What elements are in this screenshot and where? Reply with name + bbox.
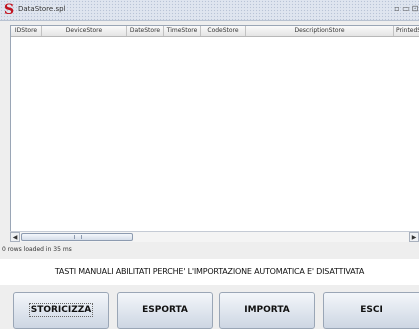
status-text: 0 rows loaded in 35 ms <box>2 246 72 253</box>
message-panel: TASTI MANUALI ABILITATI PERCHE' L'IMPORT… <box>0 259 419 285</box>
importa-button[interactable]: IMPORTA <box>219 292 315 329</box>
horizontal-scrollbar[interactable]: ◀ ▶ <box>10 231 419 242</box>
minimize-icon[interactable]: ▫ <box>393 5 401 13</box>
table-header: IDStore DeviceStore DateStore TimeStore … <box>11 26 419 37</box>
column-header-codestore[interactable]: CodeStore <box>201 26 246 36</box>
column-header-timestore[interactable]: TimeStore <box>164 26 201 36</box>
info-message: TASTI MANUALI ABILITATI PERCHE' L'IMPORT… <box>54 267 365 276</box>
storicizza-label: STORICIZZA <box>28 303 94 317</box>
title-bar[interactable]: S DataStore.spl ▫ ▭ ⊡ <box>0 0 419 21</box>
scrollbar-grip-icon <box>74 235 82 239</box>
esporta-button[interactable]: ESPORTA <box>117 292 213 329</box>
column-header-descriptionstore[interactable]: DescriptionStore <box>246 26 394 36</box>
window-title: DataStore.spl <box>17 5 67 13</box>
column-header-printedstore[interactable]: PrintedS <box>394 26 419 36</box>
storicizza-button[interactable]: STORICIZZA <box>13 292 109 329</box>
scroll-right-icon[interactable]: ▶ <box>409 232 419 242</box>
esci-button[interactable]: ESCI <box>323 292 419 329</box>
scroll-left-icon[interactable]: ◀ <box>10 232 20 242</box>
close-icon[interactable]: ⊡ <box>411 5 419 13</box>
column-header-idstore[interactable]: IDStore <box>11 26 42 36</box>
column-header-devicestore[interactable]: DeviceStore <box>42 26 127 36</box>
maximize-icon[interactable]: ▭ <box>402 5 410 13</box>
column-header-datestore[interactable]: DateStore <box>127 26 164 36</box>
app-logo-icon: S <box>3 2 15 18</box>
scrollbar-thumb[interactable] <box>21 233 133 241</box>
data-table[interactable]: IDStore DeviceStore DateStore TimeStore … <box>10 25 419 242</box>
